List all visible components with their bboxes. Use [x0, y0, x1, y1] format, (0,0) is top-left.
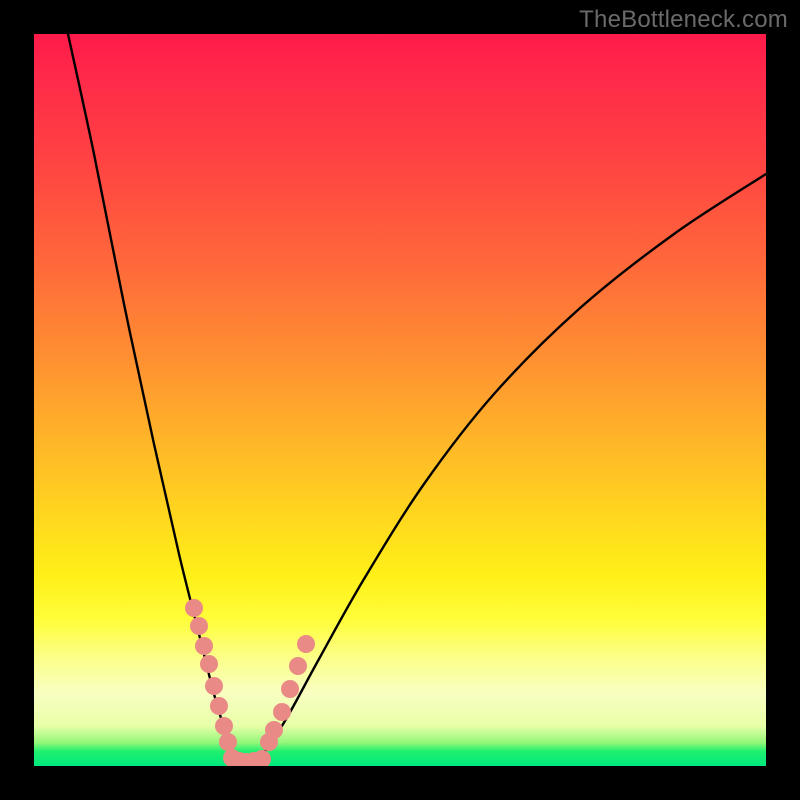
- data-dot: [289, 657, 307, 675]
- data-dot: [190, 617, 208, 635]
- curve-right-curve: [254, 174, 766, 764]
- data-dot: [195, 637, 213, 655]
- curve-left-curve: [68, 34, 239, 764]
- data-dot: [219, 733, 237, 751]
- data-dot: [245, 752, 263, 766]
- data-dot: [210, 697, 228, 715]
- watermark-text: TheBottleneck.com: [579, 6, 788, 34]
- data-dot: [215, 717, 233, 735]
- data-dot: [253, 750, 271, 766]
- data-dot: [273, 703, 291, 721]
- data-dot: [260, 733, 278, 751]
- data-dot: [230, 752, 248, 766]
- data-dot: [237, 753, 255, 766]
- data-dot: [185, 599, 203, 617]
- data-dot: [205, 677, 223, 695]
- data-dot: [200, 655, 218, 673]
- curve-layer: [68, 34, 766, 764]
- dot-layer: [185, 599, 315, 766]
- data-dot: [297, 635, 315, 653]
- data-dot: [265, 721, 283, 739]
- plot-area: [34, 34, 766, 766]
- data-dot: [223, 749, 241, 766]
- curves-svg: [34, 34, 766, 766]
- data-dot: [281, 680, 299, 698]
- chart-frame: TheBottleneck.com: [0, 0, 800, 800]
